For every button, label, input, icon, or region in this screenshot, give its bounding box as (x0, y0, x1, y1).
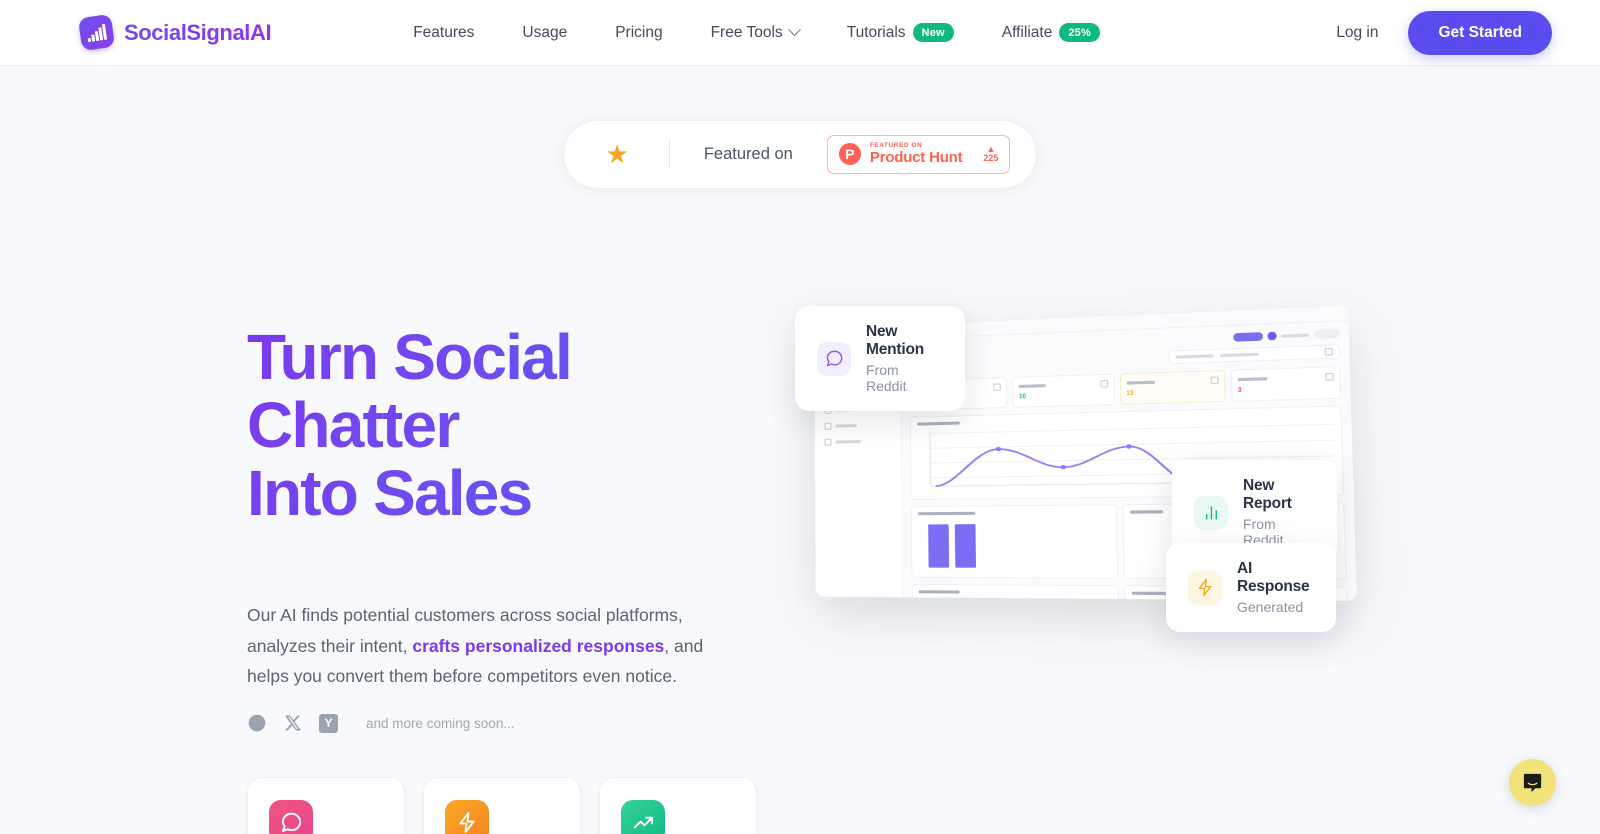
notification-title: New Report (1243, 477, 1315, 513)
featured-on-label: Featured on (704, 145, 793, 164)
badge-discount: 25% (1059, 23, 1100, 42)
hero-section: ★ Featured on P FEATURED ON Product Hunt… (0, 66, 1600, 834)
product-hunt-logo-icon: P (839, 143, 861, 165)
top-navigation-bar: SocialSignalAI Features Usage Pricing Fr… (0, 0, 1600, 66)
badge-new: New (913, 23, 954, 42)
trending-up-icon (621, 800, 665, 834)
reddit-icon (247, 713, 267, 733)
chat-bubble-icon (817, 342, 851, 376)
star-icon: ★ (606, 141, 629, 167)
nav-label: Tutorials (847, 24, 906, 42)
product-hunt-upvotes: ▲ 225 (983, 145, 998, 164)
platforms-note: and more coming soon... (366, 716, 515, 731)
stat-card: 93% of conversions in (247, 777, 405, 834)
hero-subtitle: Our AI finds potential customers across … (247, 600, 747, 691)
brand-name: SocialSignalAI (124, 20, 271, 46)
mock-date-filter (1169, 344, 1340, 364)
mock-kpi-card: 3 (1230, 366, 1341, 402)
mock-sidebar-item (822, 432, 894, 450)
mock-recent-activities-card (911, 584, 1118, 601)
mock-kpi-card: 10 (1012, 374, 1114, 408)
logo-bars-icon (78, 14, 115, 51)
bar-chart-icon (1194, 496, 1228, 530)
product-hunt-name: Product Hunt (870, 150, 963, 166)
login-link[interactable]: Log in (1336, 24, 1378, 42)
nav-label: Usage (522, 24, 567, 42)
divider (669, 139, 670, 169)
nav-links: Features Usage Pricing Free Tools Tutori… (389, 23, 1124, 42)
supported-platforms: Y and more coming soon... (247, 713, 807, 733)
page-title: Turn Social Chatter Into Sales (247, 324, 807, 527)
stat-card: 3.4x higher than cold (599, 777, 757, 834)
nav-item-features[interactable]: Features (389, 24, 498, 42)
ycombinator-icon: Y (319, 714, 338, 733)
product-hunt-button[interactable]: P FEATURED ON Product Hunt ▲ 225 (827, 135, 1011, 174)
lightning-bolt-icon (445, 800, 489, 834)
notification-title: AI Response (1237, 560, 1314, 596)
notification-card-ai-response: AI Response Generated (1166, 543, 1336, 632)
mock-bar-chart (918, 518, 1110, 573)
featured-badge-row: ★ Featured on P FEATURED ON Product Hunt… (0, 66, 1600, 189)
nav-label: Pricing (615, 24, 662, 42)
mock-kpi-card: 13 (1119, 370, 1225, 405)
stat-cards: 93% of conversions in 10x faster than ma… (247, 777, 807, 834)
brand-logo[interactable]: SocialSignalAI (80, 16, 271, 49)
headline-line-1: Turn Social (247, 321, 571, 393)
headline-line-2: Chatter (247, 389, 458, 461)
mock-kpi-row: 20 10 13 3 (909, 366, 1341, 411)
mock-sidebar-item (822, 416, 894, 434)
mock-campaigns-card (911, 504, 1118, 578)
x-twitter-icon (283, 713, 303, 733)
chat-widget-launcher-button[interactable] (1509, 759, 1556, 806)
nav-actions: Log in Get Started (1336, 11, 1552, 55)
nav-item-usage[interactable]: Usage (498, 24, 591, 42)
intercom-chat-icon (1521, 771, 1544, 794)
lightning-bolt-icon (1188, 571, 1222, 605)
headline-line-3: Into Sales (247, 457, 531, 529)
upvote-count: 225 (983, 154, 998, 163)
notification-title: New Mention (866, 323, 943, 359)
nav-label: Features (413, 24, 474, 42)
chevron-down-icon (788, 23, 801, 36)
hero-left-column: Turn Social Chatter Into Sales Our AI fi… (247, 324, 807, 834)
nav-item-pricing[interactable]: Pricing (591, 24, 686, 42)
nav-item-free-tools[interactable]: Free Tools (687, 24, 823, 42)
nav-label: Free Tools (711, 24, 783, 42)
notification-subtitle: From Reddit (866, 362, 943, 394)
nav-label: Affiliate (1002, 24, 1053, 42)
stat-card: 10x faster than manual (423, 777, 581, 834)
nav-item-tutorials[interactable]: Tutorials New (823, 23, 978, 42)
featured-on-badge: ★ Featured on P FEATURED ON Product Hunt… (563, 120, 1038, 189)
notification-subtitle: Generated (1237, 599, 1314, 615)
notification-card-new-mention: New Mention From Reddit (795, 306, 965, 411)
chat-bubble-icon (269, 800, 313, 834)
get-started-button[interactable]: Get Started (1408, 11, 1552, 55)
nav-item-affiliate[interactable]: Affiliate 25% (978, 23, 1124, 42)
subtitle-highlight: crafts personalized responses (412, 636, 664, 656)
